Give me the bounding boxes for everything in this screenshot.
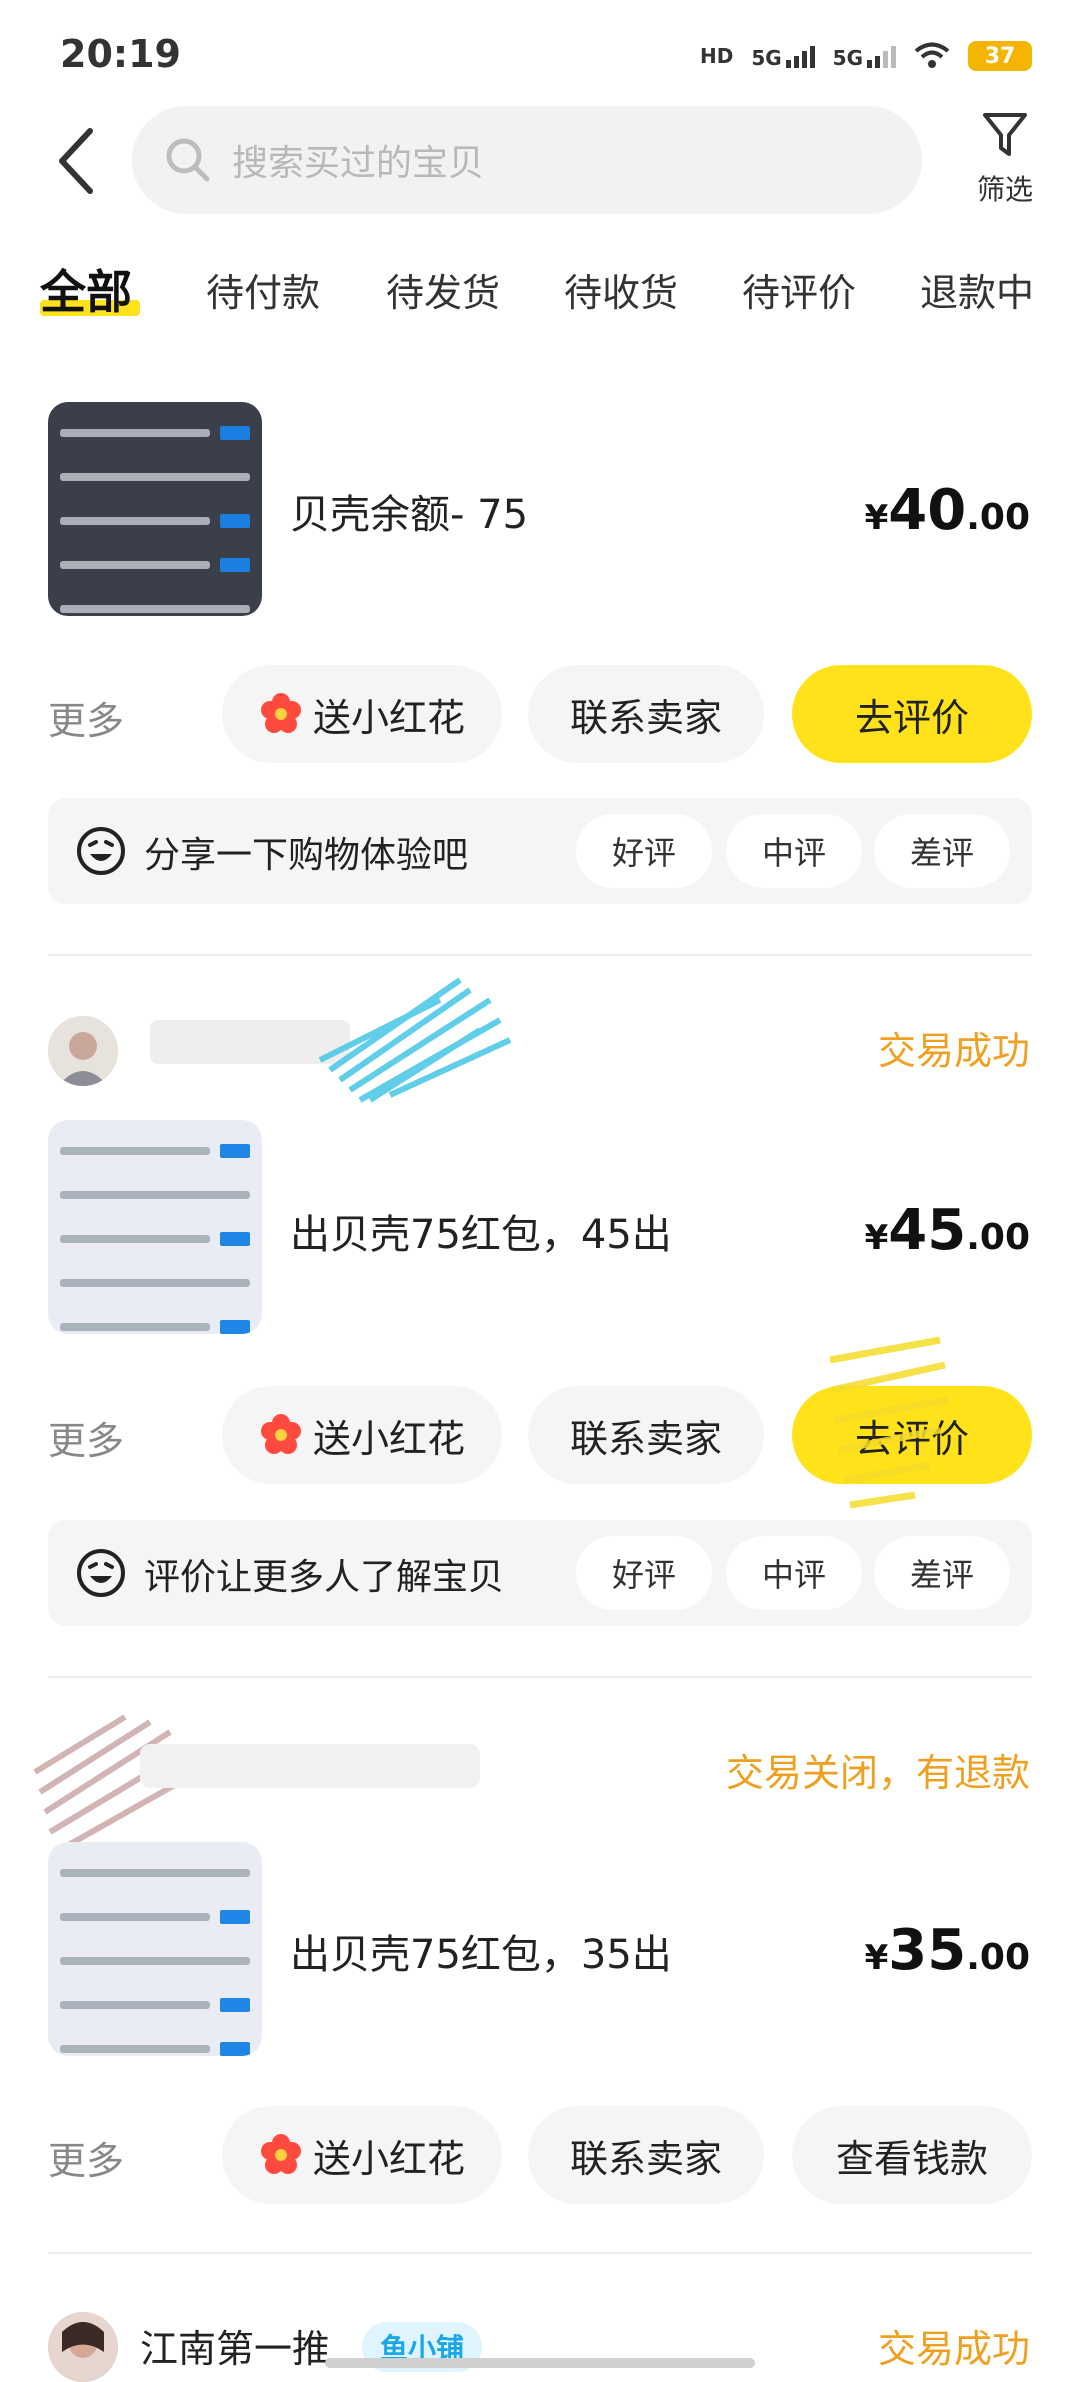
search-placeholder: 搜索买过的宝贝 [232, 143, 485, 184]
tab-refunding[interactable]: 退款中 [920, 262, 1034, 317]
divider [48, 1676, 1032, 1678]
smile-face-icon [77, 1549, 125, 1597]
order-3-more-link[interactable]: 更多 [48, 2130, 124, 2185]
redaction-scribble [150, 977, 512, 1103]
order-4-shop-name[interactable]: 江南第一推 [140, 2318, 330, 2373]
order-3-contact-seller-button[interactable]: 联系卖家 [528, 2106, 764, 2204]
battery-icon: 37 [968, 41, 1032, 71]
good-review-option[interactable]: 好评 [576, 814, 712, 888]
order-2-thumbnail[interactable] [48, 1120, 262, 1334]
order-4-status: 交易成功 [877, 2327, 1030, 2371]
order-1-review-box: 分享一下购物体验吧 好评 中评 差评 [48, 798, 1032, 904]
good-review-option[interactable]: 好评 [576, 1536, 712, 1610]
order-2-status: 交易成功 [877, 1029, 1030, 1073]
home-indicator[interactable] [325, 2358, 755, 2368]
order-1-flower-button[interactable]: 送小红花 [222, 665, 502, 763]
order-1-price: ¥40.00 [864, 478, 1030, 543]
tab-all[interactable]: 全部 [40, 256, 132, 322]
order-1-review-button[interactable]: 去评价 [792, 665, 1032, 763]
order-2-contact-seller-button[interactable]: 联系卖家 [528, 1386, 764, 1484]
order-2-price: ¥45.00 [864, 1198, 1030, 1263]
search-input[interactable]: 搜索买过的宝贝 [132, 106, 922, 214]
hd-indicator: HD [699, 44, 734, 68]
bad-review-option[interactable]: 差评 [874, 1536, 1010, 1610]
red-flower-icon [260, 2134, 301, 2174]
tab-pending-receipt[interactable]: 待收货 [564, 262, 678, 317]
order-2-title[interactable]: 出贝壳75红包，45出 [290, 1202, 672, 1260]
order-3-price: ¥35.00 [864, 1918, 1030, 1983]
redacted-shop-name [140, 1744, 480, 1788]
divider [48, 2252, 1032, 2254]
funnel-icon [983, 113, 1027, 156]
review-prompt: 评价让更多人了解宝贝 [144, 1557, 505, 1598]
red-flower-icon [260, 1414, 301, 1454]
smile-face-icon [77, 827, 125, 875]
order-2-flower-button[interactable]: 送小红花 [222, 1386, 502, 1484]
bad-review-option[interactable]: 差评 [874, 814, 1010, 888]
order-4-seller-avatar[interactable] [48, 2312, 118, 2382]
search-icon [166, 138, 210, 182]
signal-1-icon: 5G [751, 44, 815, 68]
neutral-review-option[interactable]: 中评 [726, 1536, 862, 1610]
divider [48, 954, 1032, 956]
order-3-status: 交易关闭，有退款 [725, 1751, 1030, 1795]
status-time: 20:19 [60, 32, 181, 76]
filter-label: 筛选 [976, 173, 1033, 206]
order-3-title[interactable]: 出贝壳75红包，35出 [290, 1922, 672, 1980]
order-tabs: 全部 待付款 待发货 待收货 待评价 退款中 [0, 250, 1080, 330]
order-3-flower-button[interactable]: 送小红花 [222, 2106, 502, 2204]
order-1-thumbnail[interactable] [48, 402, 262, 616]
back-arrow-icon[interactable] [50, 125, 110, 197]
filter-button[interactable]: 筛选 [950, 110, 1060, 208]
order-1-title[interactable]: 贝壳余额- 75 [290, 482, 528, 540]
order-3-thumbnail[interactable] [48, 1842, 262, 2056]
order-2-seller-avatar[interactable] [48, 1016, 118, 1086]
yellow-scribble [829, 1336, 949, 1509]
status-icons: HD 5G 5G 37 [700, 36, 1032, 76]
wifi-icon [914, 42, 950, 68]
order-2-review-box: 评价让更多人了解宝贝 好评 中评 差评 [48, 1520, 1032, 1626]
tab-pending-payment[interactable]: 待付款 [206, 262, 320, 317]
review-prompt: 分享一下购物体验吧 [144, 835, 469, 876]
red-flower-icon [260, 693, 301, 733]
order-1-more-link[interactable]: 更多 [48, 690, 124, 745]
tab-pending-shipment[interactable]: 待发货 [386, 262, 500, 317]
order-3-view-refund-button[interactable]: 查看钱款 [792, 2106, 1032, 2204]
order-2-more-link[interactable]: 更多 [48, 1410, 124, 1465]
order-1-contact-seller-button[interactable]: 联系卖家 [528, 665, 764, 763]
neutral-review-option[interactable]: 中评 [726, 814, 862, 888]
tab-pending-review[interactable]: 待评价 [742, 262, 856, 317]
signal-2-icon: 5G [833, 44, 896, 68]
